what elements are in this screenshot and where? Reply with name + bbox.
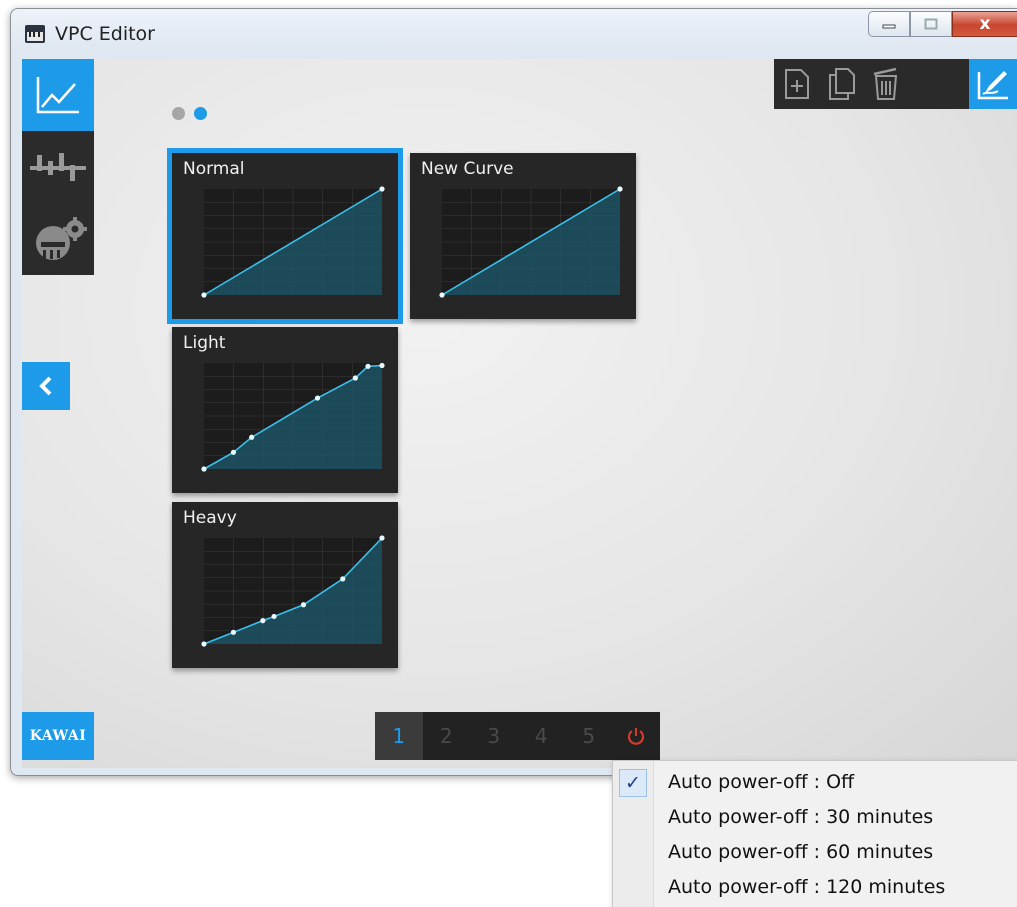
curve-card-new-curve[interactable]: New Curve — [410, 153, 636, 319]
page-dot-2[interactable] — [194, 107, 207, 120]
curve-graph — [201, 186, 385, 298]
sidebar-item-settings[interactable] — [22, 203, 94, 275]
power-icon — [628, 728, 645, 745]
maximize-icon — [924, 18, 938, 30]
piano-gear-icon — [36, 217, 87, 260]
curve-point — [230, 629, 237, 635]
edit-curve-icon — [977, 71, 1008, 100]
curve-point — [340, 576, 346, 582]
curve-point — [260, 618, 266, 624]
minimize-button[interactable] — [868, 11, 910, 37]
new-curve-button[interactable] — [774, 59, 819, 109]
copy-curve-button[interactable] — [819, 59, 864, 109]
memory-bar: 1 2 3 4 5 — [375, 712, 660, 760]
curve-graph-icon — [36, 77, 79, 114]
delete-curve-button[interactable] — [864, 59, 909, 109]
auto-power-off-menu: ✓ Auto power-off : Off Auto power-off : … — [612, 760, 1017, 907]
memory-slot-4[interactable]: 4 — [518, 712, 566, 760]
menu-item-auto-off-120[interactable]: Auto power-off : 120 minutes — [613, 870, 1017, 905]
curve-point — [201, 466, 207, 472]
new-file-icon — [784, 69, 809, 99]
curve-graph — [439, 186, 623, 298]
curve-point — [379, 186, 385, 192]
editor-area: KAWAI Normal New Curve Light Heavy 1 2 3… — [22, 59, 1017, 768]
curve-point — [201, 292, 207, 298]
chevron-left-icon — [39, 376, 52, 396]
menu-item-auto-off-off[interactable]: ✓ Auto power-off : Off — [613, 765, 1017, 800]
kawai-logo: KAWAI — [22, 712, 94, 760]
back-button[interactable] — [22, 362, 70, 410]
power-button[interactable] — [613, 712, 661, 760]
close-button[interactable]: x — [952, 11, 1017, 37]
curve-card-heavy[interactable]: Heavy — [172, 502, 398, 668]
curve-graph — [201, 362, 385, 472]
check-mark-icon: ✓ — [619, 769, 647, 797]
sidebar-item-voicing[interactable] — [22, 131, 94, 203]
curve-point — [230, 449, 237, 455]
menu-item-label: Auto power-off : 30 minutes — [668, 806, 934, 828]
memory-slot-3[interactable]: 3 — [470, 712, 518, 760]
curve-card-normal[interactable]: Normal — [167, 148, 403, 324]
copy-icon — [828, 68, 855, 100]
app-window: VPC Editor x KAWAI Normal New Curve Ligh… — [10, 8, 1017, 776]
voicing-bars-icon — [30, 153, 86, 181]
curve-point — [249, 434, 255, 440]
sidebar-item-touch-curve[interactable] — [22, 59, 94, 131]
window-controls: x — [868, 11, 1017, 37]
curve-point — [314, 395, 321, 401]
menu-item-auto-off-60[interactable]: Auto power-off : 60 minutes — [613, 835, 1017, 870]
title-bar[interactable]: VPC Editor x — [11, 9, 1017, 55]
curve-point — [365, 363, 371, 369]
curve-point — [271, 613, 277, 620]
curve-card-light[interactable]: Light — [172, 327, 398, 493]
memory-slot-5[interactable]: 5 — [565, 712, 613, 760]
delete-icon — [873, 67, 897, 100]
menu-item-label: Auto power-off : 120 minutes — [668, 876, 946, 898]
menu-item-label: Auto power-off : 60 minutes — [668, 841, 934, 863]
curve-point — [201, 641, 207, 647]
curve-point — [379, 362, 385, 369]
edit-curve-button[interactable] — [969, 59, 1017, 109]
maximize-button[interactable] — [910, 11, 952, 37]
curve-graph — [201, 535, 385, 647]
curve-point — [617, 186, 623, 192]
memory-slot-1[interactable]: 1 — [375, 712, 423, 760]
curve-point — [352, 375, 358, 381]
curve-point — [379, 535, 385, 541]
page-indicator — [172, 107, 207, 120]
window-title: VPC Editor — [55, 23, 155, 45]
menu-item-auto-off-30[interactable]: Auto power-off : 30 minutes — [613, 800, 1017, 835]
sidebar — [22, 59, 94, 275]
curve-point — [300, 602, 307, 608]
app-piano-icon — [25, 25, 45, 43]
menu-item-label: Auto power-off : Off — [668, 771, 855, 793]
memory-slot-2[interactable]: 2 — [423, 712, 471, 760]
curve-toolbar — [774, 59, 1017, 109]
curve-point — [439, 292, 445, 298]
minimize-icon — [882, 24, 896, 29]
page-dot-1[interactable] — [172, 107, 185, 120]
